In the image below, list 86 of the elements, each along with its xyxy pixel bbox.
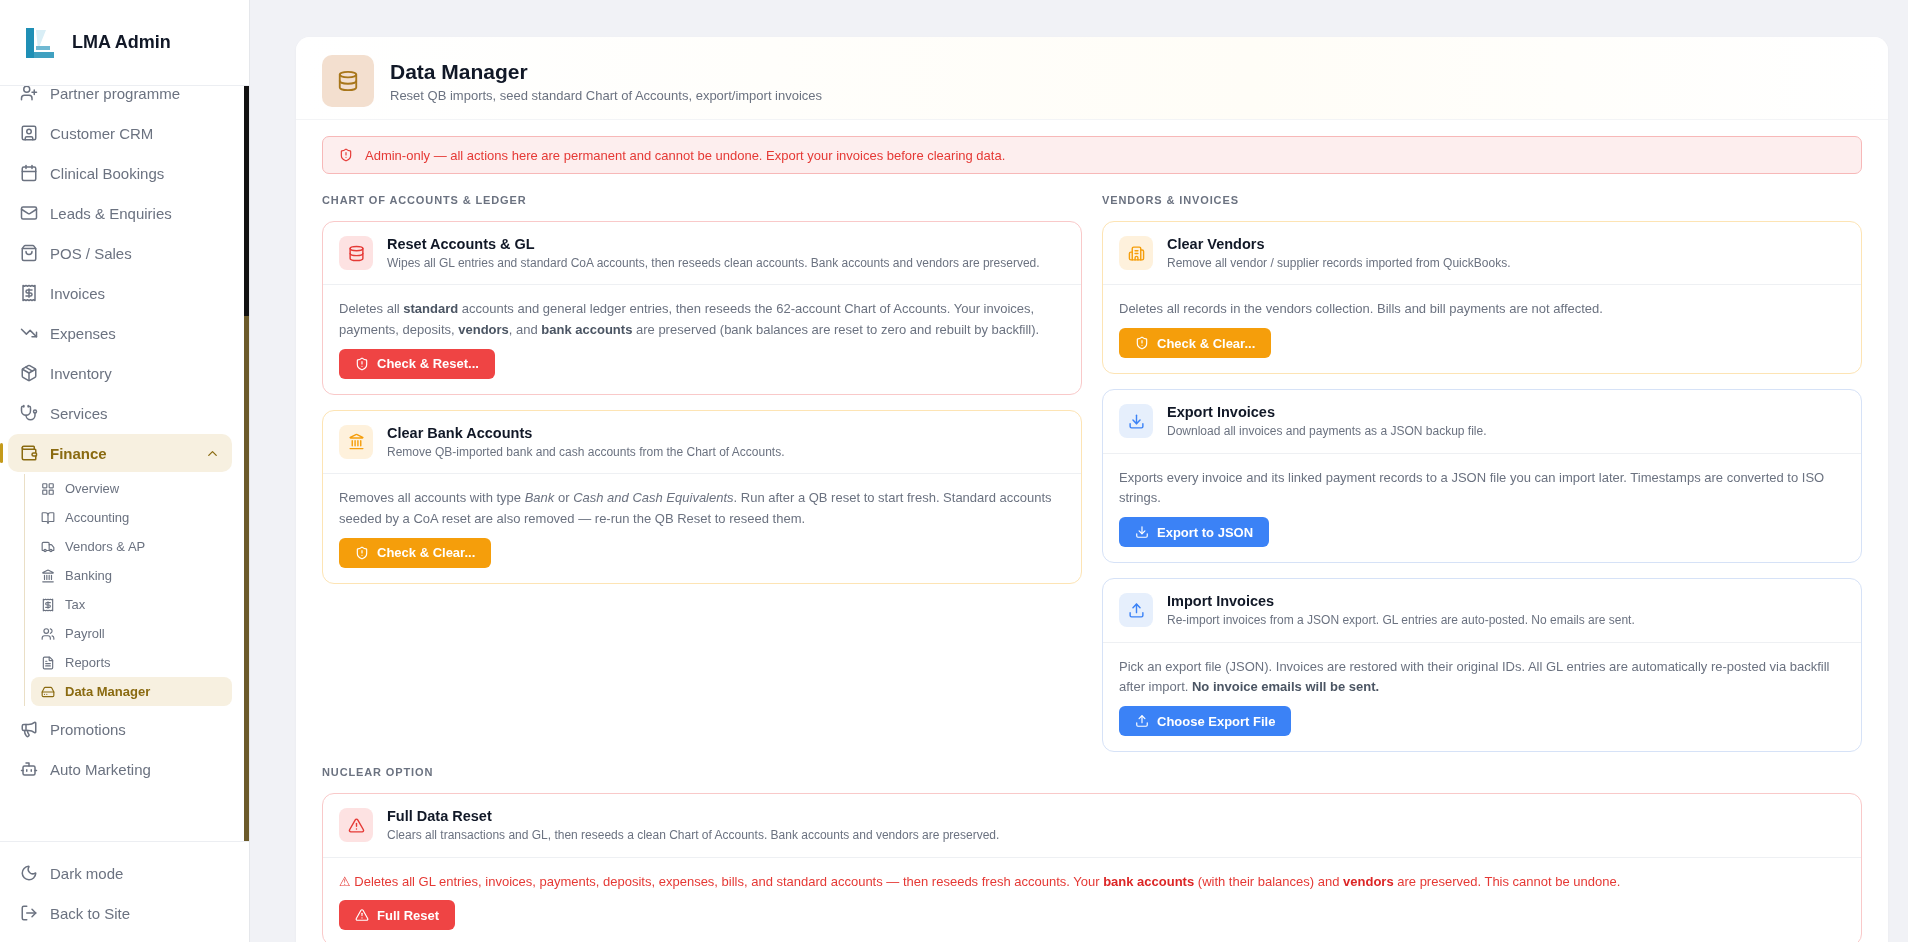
- nav-item[interactable]: Inventory: [8, 354, 232, 392]
- nav-item[interactable]: Customer CRM: [8, 114, 232, 152]
- nav-icon: [20, 124, 38, 142]
- nav-subitem[interactable]: Tax: [31, 590, 232, 619]
- nav-subitem[interactable]: Data Manager: [31, 677, 232, 706]
- card-title: Full Data Reset: [387, 808, 493, 825]
- card-title: Clear Vendors: [1167, 236, 1266, 252]
- button-icon: [1135, 525, 1149, 540]
- nav-icon: [20, 404, 38, 422]
- card-subtitle: Clears all transactions and GL, then reseeds a clean Chart of Accounts. Bank accounts and vendors are preserved.: [387, 827, 1000, 845]
- section-heading: NUCLEAR OPTION: [322, 766, 435, 779]
- nav-icon: [41, 626, 55, 641]
- card-description: Removes all accounts with type Bank or Cash and Cash Equivalents. Run after a QB reset to start fresh. Standard accounts seeded by a CoA reset are also removed — re-run the QB Reset to reseed them.: [339, 489, 1053, 529]
- nav-subitem[interactable]: Overview: [31, 474, 232, 503]
- button-icon: [1135, 336, 1149, 351]
- card-icon: [1119, 236, 1153, 270]
- action-button[interactable]: Full Reset: [339, 900, 456, 931]
- card-subtitle: Remove QB-imported bank and cash accounts from the Chart of Accounts.: [387, 444, 785, 461]
- nav-icon: [20, 760, 38, 778]
- nav-icon: [41, 568, 55, 583]
- card-description: Exports every invoice and its linked payment records to a JSON file you can import later. Timestamps are converted to ISO strings.: [1119, 468, 1826, 508]
- nav-icon: [41, 684, 55, 699]
- nav-subitem[interactable]: Banking: [31, 561, 232, 590]
- action-button[interactable]: Check & Reset...: [339, 349, 495, 379]
- nav-icon: [41, 510, 55, 525]
- nav-icon: [20, 864, 38, 882]
- card-description: Deletes all records in the vendors collection. Bills and bill payments are not affected.: [1119, 300, 1604, 319]
- nav-subitem[interactable]: Reports: [31, 648, 232, 677]
- card-icon: [1119, 593, 1153, 628]
- action-button[interactable]: Export to JSON: [1119, 517, 1270, 548]
- nav-item[interactable]: POS / Sales: [8, 234, 232, 272]
- nav-icon: [20, 904, 38, 922]
- nav-item[interactable]: Leads & Enquiries: [8, 194, 232, 232]
- nav-icon: [20, 284, 38, 302]
- nav-icon: [41, 655, 55, 670]
- nav-subitem[interactable]: Vendors & AP: [31, 532, 232, 561]
- card-title: Reset Accounts & GL: [387, 236, 536, 252]
- nav-item[interactable]: Expenses: [8, 314, 232, 352]
- card-title: Clear Bank Accounts: [387, 425, 534, 441]
- card-subtitle: Re-import invoices from a JSON export. GL entries are auto-posted. No emails are sent.: [1167, 612, 1635, 630]
- scrollbar[interactable]: [244, 86, 249, 841]
- nav-item[interactable]: Invoices: [8, 274, 232, 312]
- page-subtitle: Reset QB imports, seed standard Chart of Accounts, export/import invoices: [390, 87, 823, 103]
- card-icon: [339, 425, 373, 459]
- card-description: ⚠ Deletes all GL entries, invoices, payments, deposits, expenses, bills, and standard accounts — then reseeds fresh accounts. Your bank accounts (with their balances) and vendors are preserved. This cannot be undone.: [339, 872, 1622, 891]
- nav-icon: [41, 481, 55, 496]
- nav-item[interactable]: Partner programme: [8, 86, 232, 112]
- nav-icon: [20, 444, 38, 462]
- nav-item[interactable]: Auto Marketing: [8, 750, 232, 788]
- nav-item[interactable]: Back to Site: [8, 894, 241, 932]
- nav-subitem[interactable]: Payroll: [31, 619, 232, 648]
- nav-item[interactable]: Clinical Bookings: [8, 154, 232, 192]
- card-title: Export Invoices: [1167, 404, 1276, 421]
- shield-icon: [339, 148, 353, 162]
- nav-icon: [41, 597, 55, 612]
- section-heading: CHART OF ACCOUNTS & LEDGER: [322, 194, 528, 206]
- warning-text: Admin-only — all actions here are permanent and cannot be undone. Export your invoices before clearing data.: [365, 147, 1006, 163]
- page-title: Data Manager: [390, 59, 529, 84]
- nav-icon: [20, 244, 38, 262]
- nav-item[interactable]: Dark mode: [8, 854, 241, 892]
- card-title: Import Invoices: [1167, 593, 1276, 610]
- nav-icon: [20, 364, 38, 382]
- card-subtitle: Remove all vendor / supplier records imported from QuickBooks.: [1167, 255, 1511, 272]
- nav-icon: [20, 204, 38, 222]
- database-icon: [322, 55, 374, 107]
- brand-name: LMA Admin: [72, 32, 171, 53]
- card-description: Pick an export file (JSON). Invoices are restored with their original IDs. All GL entries are automatically re-posted via backfill after import. No invoice emails will be sent.: [1119, 657, 1831, 697]
- card-description: Deletes all standard accounts and general ledger entries, then reseeds the 62-account Chart of Accounts. Your invoices, payments, deposits, vendors, and bank accounts are preserved (bank balances are reset to zero and rebuilt by backfill).: [339, 300, 1041, 340]
- nav-icon: [20, 86, 38, 102]
- nav-icon: [41, 539, 55, 554]
- nav-item[interactable]: Promotions: [8, 710, 232, 748]
- card-icon: [1119, 404, 1153, 439]
- card-subtitle: Download all invoices and payments as a JSON backup file.: [1167, 423, 1487, 441]
- action-button[interactable]: Choose Export File: [1119, 706, 1292, 737]
- button-icon: [355, 357, 369, 371]
- nav-subitem[interactable]: Accounting: [31, 503, 232, 532]
- card-subtitle: Wipes all GL entries and standard CoA accounts, then reseeds clean accounts. Bank accounts and vendors are preserved.: [387, 255, 1040, 272]
- nav-icon: [20, 164, 38, 182]
- section-heading: VENDORS & INVOICES: [1102, 194, 1240, 206]
- card-icon: [339, 236, 373, 270]
- nav-item[interactable]: Services: [8, 394, 232, 432]
- nav-icon: [20, 720, 38, 738]
- button-icon: [355, 908, 369, 923]
- card-icon: [339, 808, 373, 843]
- button-icon: [1135, 714, 1149, 729]
- button-icon: [355, 545, 369, 560]
